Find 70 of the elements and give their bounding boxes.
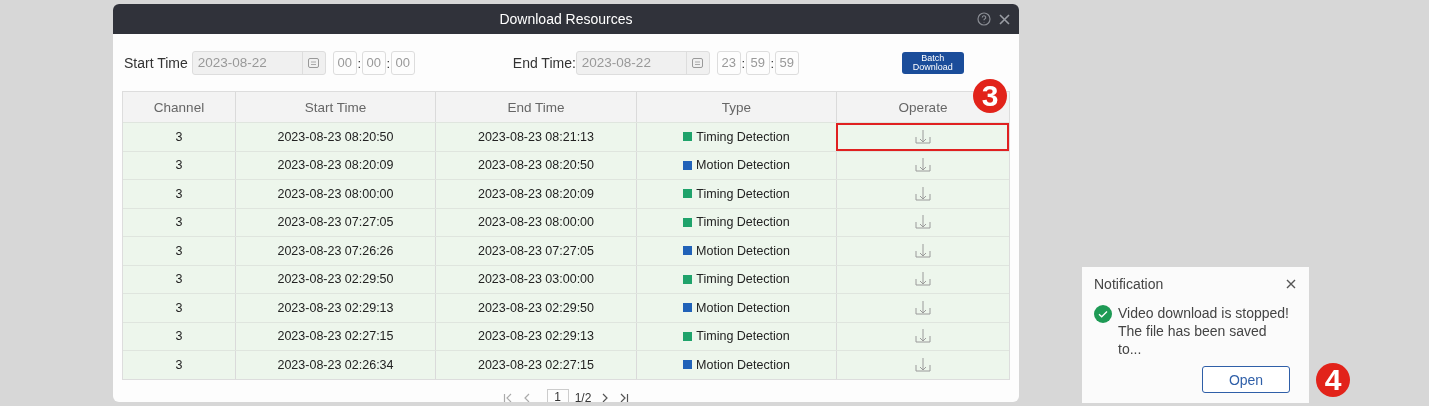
open-button[interactable]: Open	[1202, 366, 1290, 393]
calendar-icon[interactable]	[692, 58, 704, 68]
first-page-icon[interactable]	[502, 392, 513, 402]
table-cell: Motion Detection	[696, 300, 790, 315]
start-date-field[interactable]: 2023-08-22	[191, 51, 326, 75]
batch-download-button[interactable]: Batch Download	[901, 52, 964, 74]
table-cell: Motion Detection	[696, 243, 790, 258]
download-icon[interactable]	[915, 272, 931, 287]
help-icon[interactable]	[977, 12, 991, 26]
table-cell: 2023-08-23 08:21:13	[435, 123, 636, 151]
success-icon	[1094, 305, 1112, 323]
step-badge: 4	[1316, 363, 1350, 397]
close-icon[interactable]	[1286, 279, 1296, 289]
time-field[interactable]: 00	[390, 51, 415, 75]
table-cell: Motion Detection	[696, 357, 790, 372]
table-cell-text: 3	[174, 214, 184, 232]
download-icon[interactable]	[915, 186, 931, 201]
time-field[interactable]: 59	[774, 51, 799, 75]
time-separator: :	[769, 55, 775, 71]
table-cell-text: 3	[174, 128, 184, 146]
window-title: Download Resources	[499, 11, 633, 27]
table-cell: Timing Detection	[696, 215, 790, 230]
time-field[interactable]: 00	[332, 51, 357, 75]
table-cell: 2023-08-23 02:29:50	[435, 294, 636, 322]
download-icon[interactable]	[915, 129, 931, 144]
last-page-icon[interactable]	[619, 392, 630, 402]
time-field[interactable]: 00	[361, 51, 386, 75]
table-cell-text: 3	[174, 299, 184, 317]
time-field[interactable]: 59	[745, 51, 770, 75]
table-cell: 2023-08-23 08:20:50	[235, 123, 435, 151]
notification-title: Notification	[1094, 276, 1164, 292]
time-field[interactable]: 23	[716, 51, 741, 75]
page-count: 1/2	[574, 390, 592, 402]
table-cell: 2023-08-23 02:26:34	[235, 351, 435, 379]
table-cell-text: 3	[174, 242, 184, 260]
table-cell: 2023-08-23 08:00:00	[235, 180, 435, 208]
next-page-icon[interactable]	[601, 392, 610, 402]
table-cell-text: 3	[174, 356, 184, 374]
table-cell-text: 3	[174, 328, 184, 346]
end-date-field[interactable]: 2023-08-22	[575, 51, 710, 75]
table-cell: 2023-08-23 08:20:09	[435, 180, 636, 208]
download-icon[interactable]	[915, 329, 931, 344]
download-icon[interactable]	[915, 243, 931, 258]
table-cell-text: 3	[174, 157, 184, 175]
time-separator: :	[385, 55, 391, 71]
download-icon[interactable]	[915, 300, 931, 315]
end-time-label: End Time:	[512, 55, 576, 71]
table-cell: 2023-08-23 07:26:26	[235, 237, 435, 265]
table-cell: Timing Detection	[696, 272, 790, 287]
start-time-label: Start Time	[124, 55, 188, 71]
notification-message: Video download is stopped! The file has been saved to...	[1118, 304, 1290, 358]
calendar-icon[interactable]	[308, 58, 320, 68]
previous-page-icon[interactable]	[522, 392, 531, 402]
table-cell: Motion Detection	[696, 158, 790, 173]
download-icon[interactable]	[915, 357, 931, 372]
table-cell: 2023-08-23 02:29:13	[235, 294, 435, 322]
time-separator: :	[356, 55, 362, 71]
download-icon[interactable]	[915, 158, 931, 173]
table-cell: Timing Detection	[696, 329, 790, 344]
column-header: Channel	[152, 98, 206, 117]
time-separator: :	[740, 55, 746, 71]
close-icon[interactable]	[999, 14, 1010, 25]
page-field[interactable]: 1	[546, 389, 569, 402]
table-cell: 2023-08-23 07:27:05	[435, 237, 636, 265]
table-cell: Timing Detection	[696, 129, 790, 144]
table-cell: Timing Detection	[696, 186, 790, 201]
table-cell-text: 3	[174, 271, 184, 289]
table-cell-text: 3	[174, 185, 184, 203]
table-cell: 2023-08-23 02:27:15	[435, 351, 636, 379]
download-icon[interactable]	[915, 215, 931, 230]
